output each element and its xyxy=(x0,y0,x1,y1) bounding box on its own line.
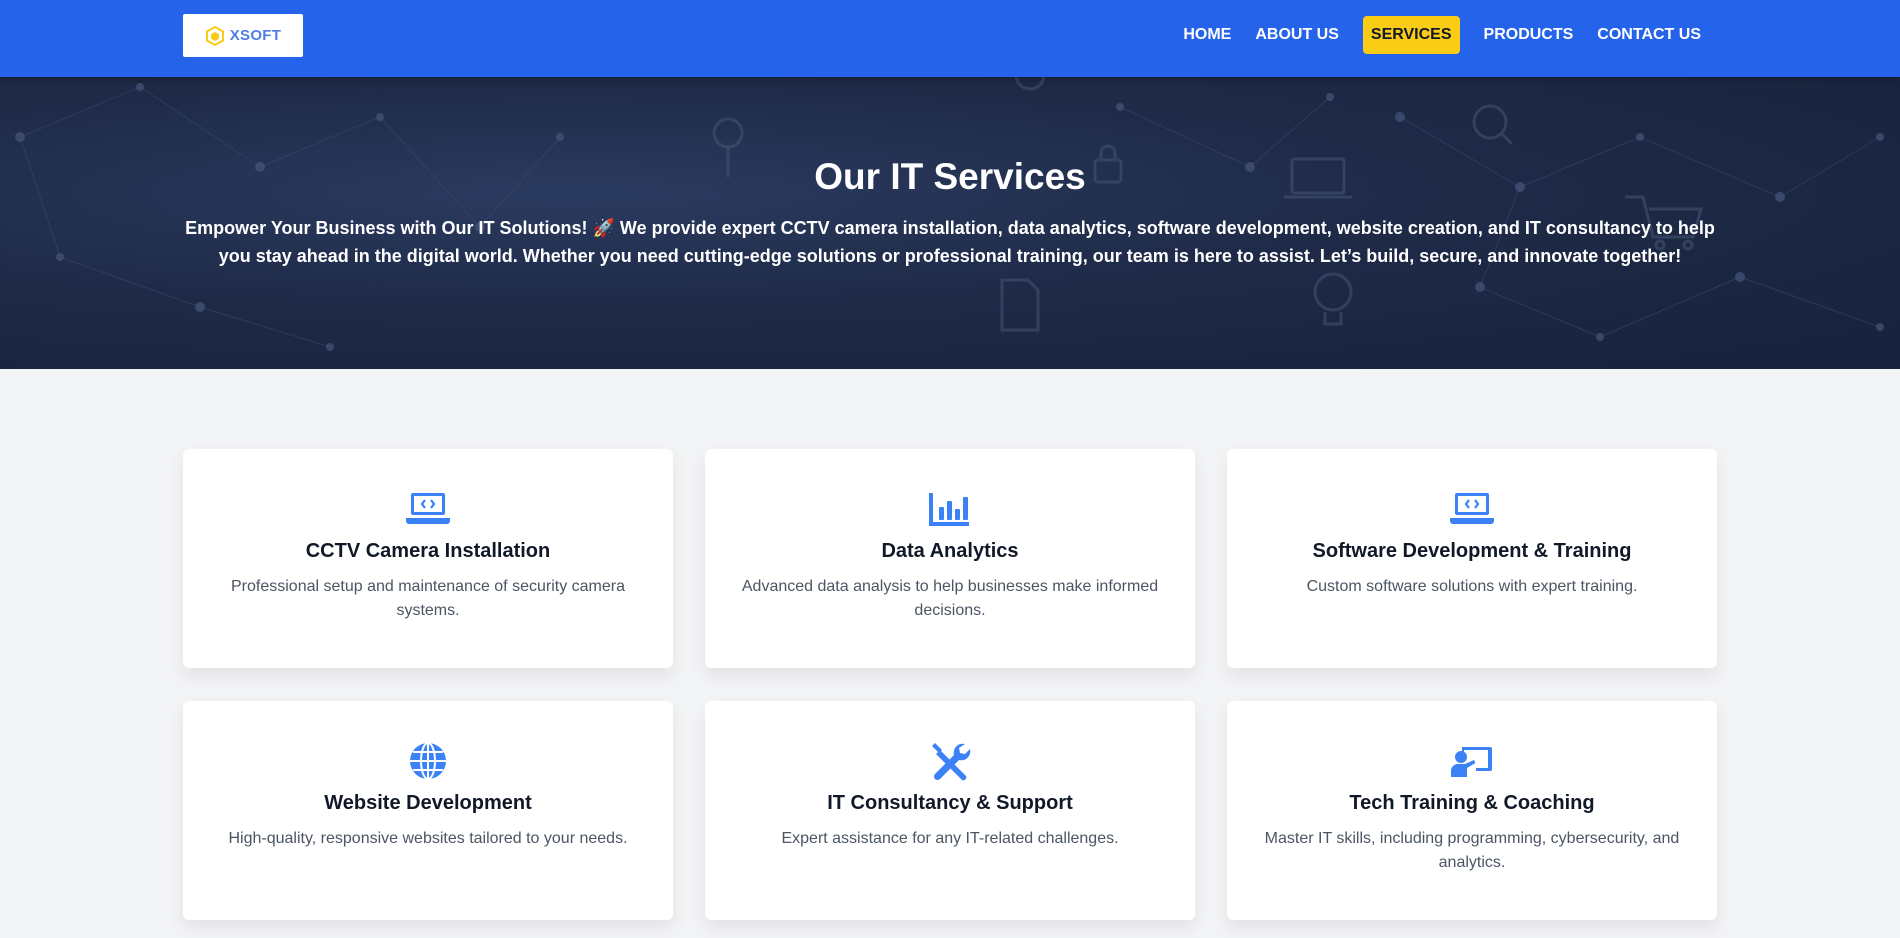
navbar: XSOFT HOME ABOUT US SERVICES PRODUCTS CO… xyxy=(0,0,1900,77)
service-description: Advanced data analysis to help businesse… xyxy=(741,578,1159,619)
service-card-website-development[interactable]: Website Development High-quality, respon… xyxy=(183,701,673,920)
service-title: Data Analytics xyxy=(881,540,1019,562)
service-description: High-quality, responsive websites tailor… xyxy=(228,830,628,847)
laptop-code-icon xyxy=(183,489,673,529)
service-description: Master IT skills, including programming,… xyxy=(1264,830,1680,871)
hexagon-logo-icon xyxy=(205,25,225,46)
laptop-code-icon xyxy=(1227,489,1717,529)
chart-bar-icon xyxy=(705,489,1195,529)
tools-icon xyxy=(705,741,1195,781)
service-card-data-analytics[interactable]: Data Analytics Advanced data analysis to… xyxy=(705,449,1195,668)
service-card-cctv[interactable]: CCTV Camera Installation Professional se… xyxy=(183,449,673,668)
service-title: Tech Training & Coaching xyxy=(1349,792,1595,814)
page-title: Our IT Services xyxy=(814,156,1086,197)
chalkboard-teacher-icon xyxy=(1227,741,1717,781)
hero-description: Empower Your Business with Our IT Soluti… xyxy=(185,218,1715,266)
hero-banner: Our IT Services Empower Your Business wi… xyxy=(0,77,1900,369)
service-title: Software Development & Training xyxy=(1312,540,1632,562)
nav-products[interactable]: PRODUCTS xyxy=(1476,16,1582,54)
globe-icon xyxy=(183,741,673,781)
nav-about-us[interactable]: ABOUT US xyxy=(1247,16,1347,54)
service-description: Professional setup and maintenance of se… xyxy=(231,578,625,619)
service-title: CCTV Camera Installation xyxy=(305,540,551,562)
service-card-it-consultancy[interactable]: IT Consultancy & Support Expert assistan… xyxy=(705,701,1195,920)
service-card-tech-training[interactable]: Tech Training & Coaching Master IT skill… xyxy=(1227,701,1717,920)
logo-text: XSOFT xyxy=(229,27,282,44)
nav-contact-us[interactable]: CONTACT US xyxy=(1589,16,1709,54)
service-description: Expert assistance for any IT-related cha… xyxy=(781,830,1119,847)
service-description: Custom software solutions with expert tr… xyxy=(1306,578,1638,595)
service-title: Website Development xyxy=(324,792,532,814)
services-grid: CCTV Camera Installation Professional se… xyxy=(183,449,1718,920)
main-nav: HOME ABOUT US SERVICES PRODUCTS CONTACT … xyxy=(1167,16,1709,54)
logo[interactable]: XSOFT xyxy=(183,14,303,57)
nav-home[interactable]: HOME xyxy=(1175,16,1239,54)
service-card-software-development[interactable]: Software Development & Training Custom s… xyxy=(1227,449,1717,668)
nav-services[interactable]: SERVICES xyxy=(1362,16,1460,54)
service-title: IT Consultancy & Support xyxy=(827,792,1073,814)
